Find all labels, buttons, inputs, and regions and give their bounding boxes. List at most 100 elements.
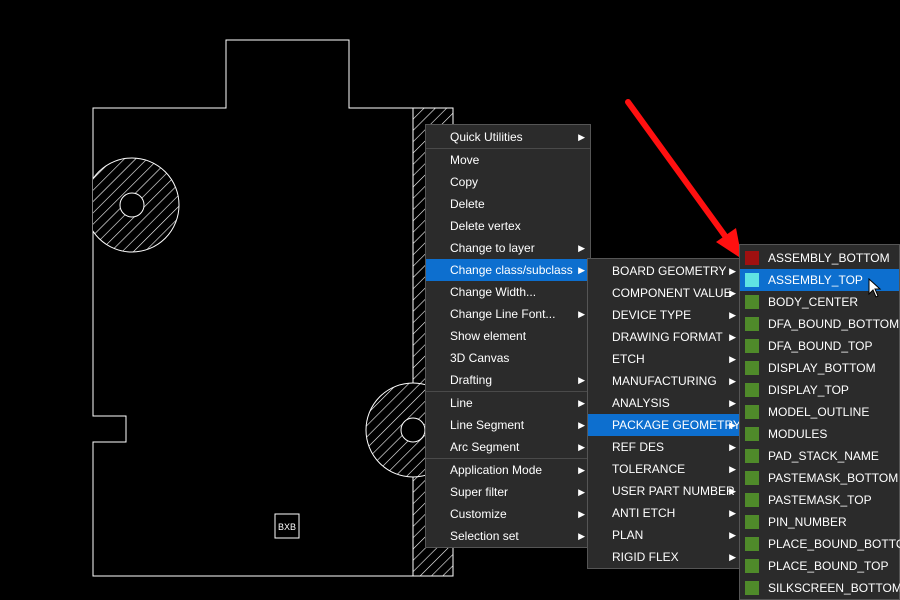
menu-item-change-class-subclass[interactable]: Change class/subclass ▶ (426, 259, 590, 281)
menu-item-label: MODULES (768, 427, 828, 441)
menu-item-label: Line (450, 396, 473, 410)
menu-item-quick-utilities[interactable]: Quick Utilities ▶ (426, 126, 590, 148)
menu-item-label: DISPLAY_TOP (768, 383, 849, 397)
menu-item-label: RIGID FLEX (612, 550, 679, 564)
annotation-arrow (625, 99, 742, 259)
menu-item-modules[interactable]: MODULES (740, 423, 899, 445)
menu-item-label: Copy (450, 175, 479, 189)
menu-item-line-segment[interactable]: Line Segment ▶ (426, 414, 590, 436)
color-swatch (745, 317, 759, 331)
menu-item-change-to-layer[interactable]: Change to layer ▶ (426, 237, 590, 259)
menu-item-label: ETCH (612, 352, 645, 366)
submenu-arrow-icon: ▶ (729, 332, 736, 342)
menu-item-label: Line Segment (450, 418, 525, 432)
menu-item-pastemask-bottom[interactable]: PASTEMASK_BOTTOM (740, 467, 899, 489)
menu-item-plan[interactable]: PLAN ▶ (588, 524, 741, 546)
menu-item-analysis[interactable]: ANALYSIS ▶ (588, 392, 741, 414)
menu-item-label: DISPLAY_BOTTOM (768, 361, 876, 375)
menu-item-assembly-bottom[interactable]: ASSEMBLY_BOTTOM (740, 247, 899, 269)
menu-item-package-geometry[interactable]: PACKAGE GEOMETRY ▶ (588, 414, 741, 436)
submenu-arrow-icon: ▶ (729, 552, 736, 562)
color-swatch (745, 559, 759, 573)
menu-item-selection-set[interactable]: Selection set ▶ (426, 525, 590, 547)
menu-item-application-mode[interactable]: Application Mode ▶ (426, 459, 590, 481)
menu-item-label: PLAN (612, 528, 644, 542)
menu-item-board-geometry[interactable]: BOARD GEOMETRY ▶ (588, 260, 741, 282)
menu-item-dfa-bound-top[interactable]: DFA_BOUND_TOP (740, 335, 899, 357)
menu-item-etch[interactable]: ETCH ▶ (588, 348, 741, 370)
menu-item-label: Application Mode (450, 463, 543, 477)
menu-item-copy[interactable]: Copy (426, 171, 590, 193)
menu-item-label: DRAWING FORMAT (612, 330, 723, 344)
menu-item-change-width[interactable]: Change Width... (426, 281, 590, 303)
menu-item-show-element[interactable]: Show element (426, 325, 590, 347)
menu-item-drafting[interactable]: Drafting ▶ (426, 369, 590, 391)
menu-item-label: Selection set (450, 529, 519, 543)
color-swatch (745, 427, 759, 441)
menu-item-component-value[interactable]: COMPONENT VALUE ▶ (588, 282, 741, 304)
menu-item-label: TOLERANCE (612, 462, 686, 476)
menu-item-label: Delete vertex (450, 219, 521, 233)
menu-item-label: Delete (450, 197, 485, 211)
menu-item-arc-segment[interactable]: Arc Segment ▶ (426, 436, 590, 458)
submenu-arrow-icon: ▶ (578, 309, 585, 319)
color-swatch (745, 581, 759, 595)
menu-item-3d-canvas[interactable]: 3D Canvas (426, 347, 590, 369)
mouse-cursor-icon (868, 278, 882, 298)
menu-item-display-bottom[interactable]: DISPLAY_BOTTOM (740, 357, 899, 379)
menu-item-pin-number[interactable]: PIN_NUMBER (740, 511, 899, 533)
context-menu: Quick Utilities ▶ Move Copy Delete Delete ver… (425, 124, 591, 548)
menu-item-place-bound-bottom[interactable]: PLACE_BOUND_BOTTOM (740, 533, 900, 555)
submenu-arrow-icon: ▶ (578, 442, 585, 452)
menu-item-super-filter[interactable]: Super filter ▶ (426, 481, 590, 503)
menu-item-label: Change Line Font... (450, 307, 556, 321)
menu-item-line[interactable]: Line ▶ (426, 392, 590, 414)
color-swatch (745, 361, 759, 375)
menu-item-label: PASTEMASK_BOTTOM (768, 471, 899, 485)
menu-item-label: REF DES (612, 440, 665, 454)
submenu-arrow-icon: ▶ (578, 531, 585, 541)
menu-item-rigid-flex[interactable]: RIGID FLEX ▶ (588, 546, 741, 568)
menu-item-label: Quick Utilities (450, 130, 523, 144)
submenu-arrow-icon: ▶ (578, 243, 585, 253)
menu-item-label: USER PART NUMBER (612, 484, 735, 498)
submenu-arrow-icon: ▶ (729, 464, 736, 474)
mounting-hole-left[interactable] (85, 157, 180, 253)
submenu-arrow-icon: ▶ (578, 375, 585, 385)
menu-item-label: DFA_BOUND_BOTTOM (768, 317, 900, 331)
menu-item-label: Show element (450, 329, 527, 343)
menu-item-change-line-font[interactable]: Change Line Font... ▶ (426, 303, 590, 325)
menu-item-label: Super filter (450, 485, 509, 499)
menu-item-ref-des[interactable]: REF DES ▶ (588, 436, 741, 458)
submenu-arrow-icon: ▶ (578, 420, 585, 430)
menu-item-device-type[interactable]: DEVICE TYPE ▶ (588, 304, 741, 326)
menu-item-tolerance[interactable]: TOLERANCE ▶ (588, 458, 741, 480)
color-swatch (745, 339, 759, 353)
submenu-arrow-icon: ▶ (729, 486, 736, 496)
board-outline[interactable] (92, 39, 414, 577)
submenu-arrow-icon: ▶ (578, 465, 585, 475)
menu-item-delete[interactable]: Delete (426, 193, 590, 215)
menu-item-user-part-number[interactable]: USER PART NUMBER ▶ (588, 480, 741, 502)
menu-item-manufacturing[interactable]: MANUFACTURING ▶ (588, 370, 741, 392)
menu-item-label: MANUFACTURING (612, 374, 717, 388)
menu-item-dfa-bound-bottom[interactable]: DFA_BOUND_BOTTOM (740, 313, 899, 335)
menu-item-model-outline[interactable]: MODEL_OUTLINE (740, 401, 899, 423)
menu-item-label: BODY_CENTER (768, 295, 859, 309)
menu-item-customize[interactable]: Customize ▶ (426, 503, 590, 525)
color-swatch (745, 273, 759, 287)
menu-item-delete-vertex[interactable]: Delete vertex (426, 215, 590, 237)
menu-item-anti-etch[interactable]: ANTI ETCH ▶ (588, 502, 741, 524)
menu-item-label: PASTEMASK_TOP (768, 493, 872, 507)
menu-item-pastemask-top[interactable]: PASTEMASK_TOP (740, 489, 899, 511)
menu-item-label: Change Width... (450, 285, 537, 299)
menu-item-display-top[interactable]: DISPLAY_TOP (740, 379, 899, 401)
menu-item-label: Move (450, 153, 480, 167)
menu-item-label: PAD_STACK_NAME (768, 449, 879, 463)
menu-item-pad-stack-name[interactable]: PAD_STACK_NAME (740, 445, 899, 467)
menu-item-drawing-format[interactable]: DRAWING FORMAT ▶ (588, 326, 741, 348)
menu-item-silkscreen-bottom[interactable]: SILKSCREEN_BOTTOM (740, 577, 900, 599)
menu-item-label: SILKSCREEN_BOTTOM (768, 581, 900, 595)
menu-item-move[interactable]: Move (426, 149, 590, 171)
menu-item-place-bound-top[interactable]: PLACE_BOUND_TOP (740, 555, 899, 577)
